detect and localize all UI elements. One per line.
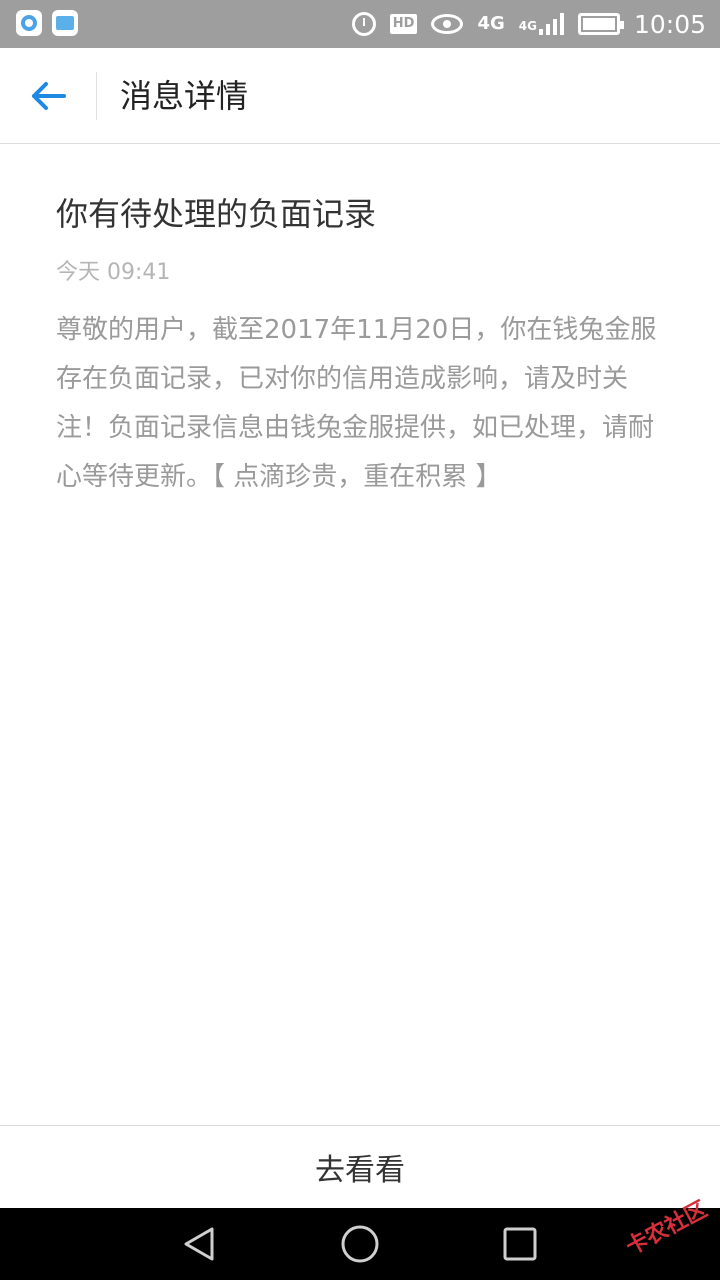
browser-app-icon — [16, 10, 42, 36]
arrow-left-icon — [32, 82, 66, 110]
nav-recent-button[interactable] — [460, 1208, 580, 1280]
eye-icon — [431, 14, 464, 34]
system-nav-bar — [0, 1208, 720, 1280]
network-type-label: 4G — [477, 13, 505, 34]
header-divider — [96, 72, 97, 120]
status-bar-system: HD 4G 4G 10:05 — [351, 0, 706, 48]
message-title: 你有待处理的负面记录 — [56, 195, 377, 233]
triangle-back-icon — [184, 1227, 214, 1261]
network-type-label-secondary: 4G — [518, 19, 537, 33]
page-title: 消息详情 — [120, 77, 249, 115]
signal-icon — [538, 13, 564, 35]
go-look-button[interactable]: 去看看 — [0, 1126, 720, 1208]
circle-home-icon — [341, 1225, 379, 1263]
status-bar: HD 4G 4G 10:05 — [0, 0, 720, 48]
wallet-app-icon — [52, 10, 78, 36]
message-time: 今天 09:41 — [56, 260, 171, 285]
signal-group: 4G — [519, 13, 564, 35]
app-header: 消息详情 — [0, 48, 720, 144]
battery-icon — [577, 13, 624, 35]
nav-home-button[interactable] — [300, 1208, 420, 1280]
alarm-icon — [351, 12, 376, 36]
bottom-action-bar: 去看看 — [0, 1125, 720, 1208]
hd-badge: HD — [389, 14, 418, 34]
status-time: 10:05 — [633, 9, 706, 39]
message-body: 尊敬的用户，截至2017年11月20日，你在钱兔金服存在负面记录，已对你的信用造… — [56, 315, 657, 492]
status-bar-notifications — [16, 10, 78, 36]
back-button[interactable] — [24, 72, 72, 120]
square-recent-icon — [503, 1227, 537, 1261]
message-detail: 你有待处理的负面记录 今天 09:41 尊敬的用户，截至2017年11月20日，… — [0, 145, 720, 502]
nav-back-button[interactable] — [140, 1208, 260, 1280]
